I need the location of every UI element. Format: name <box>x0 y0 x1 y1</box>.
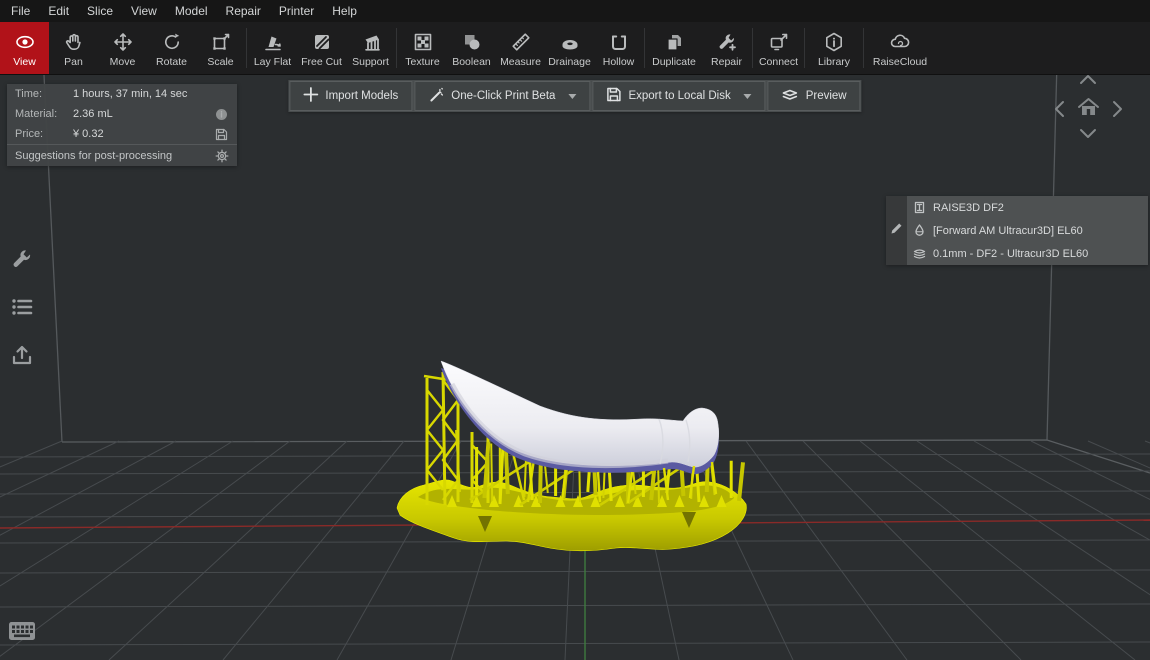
printer-settings-panel: RAISE3D DF2 [Forward AM Ultracur3D] EL60… <box>886 196 1148 265</box>
boolean-icon <box>461 29 483 55</box>
duplicate-icon <box>663 29 685 55</box>
gear-icon[interactable] <box>214 149 229 163</box>
import-models-button[interactable]: Import Models <box>289 81 412 111</box>
tool-hollow[interactable]: Hollow <box>594 22 643 74</box>
rotate-right-button[interactable] <box>1112 100 1123 118</box>
export-local-disk-button[interactable]: Export to Local Disk <box>592 81 765 111</box>
printer-rows: RAISE3D DF2 [Forward AM Ultracur3D] EL60… <box>907 196 1148 265</box>
stats-row-time: Time: 1 hours, 37 min, 14 sec <box>7 84 237 104</box>
list-icon[interactable] <box>9 294 35 320</box>
printer-icon <box>913 201 926 214</box>
layers-icon <box>782 87 799 105</box>
tool-repair[interactable]: Repair <box>702 22 751 74</box>
model-horn[interactable] <box>441 361 719 467</box>
resin-drop-icon <box>913 224 926 237</box>
home-icon[interactable] <box>1076 95 1101 120</box>
chevron-down-icon[interactable] <box>744 94 752 99</box>
menu-help[interactable]: Help <box>323 0 366 22</box>
texture-icon <box>412 29 434 55</box>
tool-free-cut[interactable]: Free Cut <box>297 22 346 74</box>
one-click-print-button[interactable]: One-Click Print Beta <box>414 81 590 111</box>
library-icon <box>823 29 845 55</box>
hollow-icon <box>608 29 630 55</box>
tool-rotate[interactable]: Rotate <box>147 22 196 74</box>
view-navigation <box>1048 68 1130 148</box>
menu-repair[interactable]: Repair <box>217 0 270 22</box>
layer-stack-icon <box>913 247 926 260</box>
tool-scale[interactable]: Scale <box>196 22 245 74</box>
upload-icon[interactable] <box>9 342 35 368</box>
menu-view[interactable]: View <box>122 0 166 22</box>
menu-printer[interactable]: Printer <box>270 0 323 22</box>
material-row[interactable]: [Forward AM Ultracur3D] EL60 <box>907 219 1148 242</box>
tool-measure[interactable]: Measure <box>496 22 545 74</box>
preview-button[interactable]: Preview <box>768 81 861 111</box>
wand-icon <box>428 87 444 106</box>
pencil-icon <box>890 222 903 240</box>
wrench-icon[interactable] <box>9 246 35 272</box>
free-cut-icon <box>311 29 333 55</box>
tool-library[interactable]: Library <box>806 22 862 74</box>
main-toolbar: View Pan Move Rotate Scale Lay Flat Free… <box>0 22 1150 75</box>
printer-row[interactable]: RAISE3D DF2 <box>907 196 1148 219</box>
side-tool-rail <box>9 246 35 368</box>
rotate-up-button[interactable] <box>1079 74 1097 85</box>
toolbar-separator <box>246 28 247 68</box>
tool-texture[interactable]: Texture <box>398 22 447 74</box>
tool-view[interactable]: View <box>0 22 49 74</box>
menu-file[interactable]: File <box>2 0 39 22</box>
stats-row-material: Material: 2.36 mL <box>7 104 237 124</box>
drainage-icon <box>559 29 581 55</box>
measure-icon <box>510 29 532 55</box>
cloud-icon <box>888 29 912 55</box>
scale-icon <box>210 29 232 55</box>
tool-lay-flat[interactable]: Lay Flat <box>248 22 297 74</box>
toolbar-separator <box>644 28 645 68</box>
menu-model[interactable]: Model <box>166 0 217 22</box>
save-icon <box>606 87 621 105</box>
toolbar-separator <box>396 28 397 68</box>
menu-slice[interactable]: Slice <box>78 0 122 22</box>
keyboard-icon[interactable] <box>8 621 36 646</box>
tool-duplicate[interactable]: Duplicate <box>646 22 702 74</box>
toolbar-separator <box>804 28 805 68</box>
rotate-left-button[interactable] <box>1054 100 1065 118</box>
support-icon <box>360 29 382 55</box>
plus-icon <box>303 87 318 105</box>
post-processing-suggestions[interactable]: Suggestions for post-processing <box>7 144 237 166</box>
rotate-icon <box>161 29 183 55</box>
action-bar: Import Models One-Click Print Beta Expor… <box>288 80 861 112</box>
move-arrows-icon <box>112 29 134 55</box>
tool-support[interactable]: Support <box>346 22 395 74</box>
tool-raisecloud[interactable]: RaiseCloud <box>865 22 935 74</box>
tool-drainage[interactable]: Drainage <box>545 22 594 74</box>
menu-bar: File Edit Slice View Model Repair Printe… <box>0 0 1150 22</box>
chevron-down-icon[interactable] <box>568 94 576 99</box>
repair-icon <box>716 29 738 55</box>
tool-boolean[interactable]: Boolean <box>447 22 496 74</box>
tool-move[interactable]: Move <box>98 22 147 74</box>
menu-edit[interactable]: Edit <box>39 0 78 22</box>
lay-flat-icon <box>262 29 284 55</box>
tool-pan[interactable]: Pan <box>49 22 98 74</box>
connect-icon <box>768 29 790 55</box>
rotate-down-button[interactable] <box>1079 128 1097 139</box>
edit-strip[interactable] <box>886 196 907 265</box>
print-stats-panel: Time: 1 hours, 37 min, 14 sec Material: … <box>7 84 237 166</box>
save-icon[interactable] <box>214 128 229 141</box>
stats-row-price: Price: ¥ 0.32 <box>7 124 237 144</box>
tool-connect[interactable]: Connect <box>754 22 803 74</box>
hand-icon <box>63 29 85 55</box>
layer-template-row[interactable]: 0.1mm - DF2 - Ultracur3D EL60 <box>907 242 1148 265</box>
toolbar-separator <box>752 28 753 68</box>
eye-icon <box>14 29 36 55</box>
info-icon[interactable] <box>214 108 229 121</box>
toolbar-separator <box>863 28 864 68</box>
